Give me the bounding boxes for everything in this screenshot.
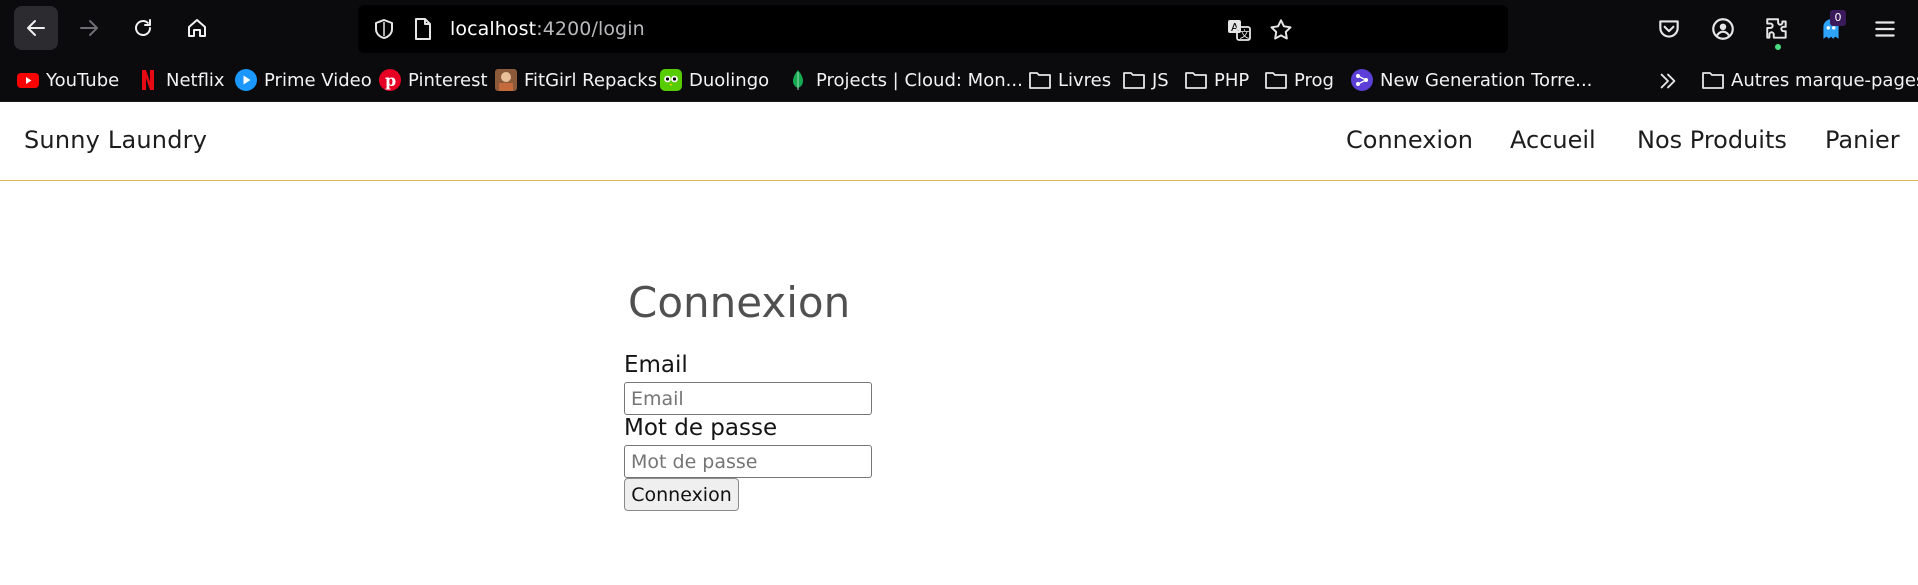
bookmark-star-icon[interactable] (1268, 17, 1294, 43)
shield-icon[interactable] (372, 17, 396, 41)
pocket-icon[interactable] (1656, 16, 1682, 42)
bookmark-fitgirl[interactable]: FitGirl Repacks (494, 67, 657, 93)
arrow-right-icon (80, 20, 98, 36)
nav-nos-produits[interactable]: Nos Produits (1637, 126, 1787, 154)
folder-icon (1701, 68, 1725, 92)
menu-icon[interactable] (1872, 16, 1898, 42)
bookmark-label: JS (1152, 69, 1169, 91)
other-bookmarks[interactable]: Autres marque-pages (1701, 67, 1918, 93)
bookmark-label: Duolingo (689, 69, 770, 91)
bookmark-label: YouTube (46, 69, 120, 91)
chevron-double-right-icon[interactable] (1657, 70, 1679, 92)
bookmark-pinterest[interactable]: p Pinterest (378, 67, 488, 93)
svg-text:p: p (385, 71, 396, 90)
url-bar[interactable]: localhost:4200/login A文 (358, 5, 1508, 53)
folder-icon (1028, 68, 1052, 92)
email-field[interactable] (624, 382, 872, 415)
duolingo-icon (659, 68, 683, 92)
account-icon[interactable] (1710, 16, 1736, 42)
url-text[interactable]: localhost:4200/login (450, 18, 645, 40)
site-brand[interactable]: Sunny Laundry (24, 126, 207, 154)
bookmark-mongodb[interactable]: Projects | Cloud: Mon... (786, 67, 1023, 93)
bookmark-folder-livres[interactable]: Livres (1028, 67, 1111, 93)
bookmark-duolingo[interactable]: Duolingo (659, 67, 769, 93)
extensions-status-dot (1775, 44, 1781, 50)
back-button[interactable] (14, 6, 58, 50)
bookmark-label: Projects | Cloud: Mon... (816, 69, 1023, 91)
home-button[interactable] (175, 6, 219, 50)
login-submit-button[interactable]: Connexion (624, 478, 739, 511)
url-host: localhost (450, 18, 537, 40)
bookmark-youtube[interactable]: YouTube (16, 67, 119, 93)
bookmark-label: FitGirl Repacks (524, 69, 658, 91)
other-bookmarks-label: Autres marque-pages (1731, 69, 1918, 91)
youtube-icon (16, 68, 40, 92)
prime-video-icon (234, 68, 258, 92)
translate-icon[interactable]: A文 (1226, 17, 1252, 43)
folder-icon (1184, 68, 1208, 92)
bookmark-label: Prog (1294, 69, 1334, 91)
nav-panier[interactable]: Panier (1825, 126, 1900, 154)
folder-icon (1264, 68, 1288, 92)
bookmark-folder-php[interactable]: PHP (1184, 67, 1249, 93)
nav-connexion[interactable]: Connexion (1346, 126, 1473, 154)
password-field[interactable] (624, 445, 872, 478)
netflix-icon (136, 68, 160, 92)
email-label: Email (624, 352, 688, 378)
forward-button[interactable] (67, 6, 111, 50)
extensions-icon[interactable] (1764, 16, 1790, 42)
password-label: Mot de passe (624, 415, 778, 441)
reload-button[interactable] (121, 6, 165, 50)
bookmark-label: Pinterest (408, 69, 488, 91)
arrow-left-icon (27, 20, 45, 36)
bookmarks-bar: YouTube Netflix Prime Video p Pinterest … (0, 59, 1918, 102)
login-title: Connexion (628, 278, 851, 327)
site-header: Sunny Laundry Connexion Accueil Nos Prod… (0, 102, 1918, 181)
browser-toolbar: localhost:4200/login A文 0 (0, 0, 1918, 59)
bookmark-label: New Generation Torre... (1380, 69, 1593, 91)
extension-badge: 0 (1830, 10, 1846, 26)
bookmark-folder-prog[interactable]: Prog (1264, 67, 1334, 93)
pinterest-icon: p (378, 68, 402, 92)
reload-icon (135, 19, 151, 36)
nav-accueil[interactable]: Accueil (1510, 126, 1596, 154)
page-icon[interactable] (412, 17, 434, 41)
folder-icon (1122, 68, 1146, 92)
mongodb-icon (786, 68, 810, 92)
bookmark-prime-video[interactable]: Prime Video (234, 67, 372, 93)
home-icon (188, 19, 206, 37)
bookmark-label: Prime Video (264, 69, 372, 91)
torrent-icon (1350, 68, 1374, 92)
bookmark-label: PHP (1214, 69, 1250, 91)
bookmark-label: Livres (1058, 69, 1112, 91)
bookmark-label: Netflix (166, 69, 225, 91)
bookmark-netflix[interactable]: Netflix (136, 67, 225, 93)
url-path: :4200/login (536, 18, 645, 40)
svg-text:文: 文 (1240, 28, 1250, 41)
bookmark-folder-js[interactable]: JS (1122, 67, 1169, 93)
bookmark-torrent[interactable]: New Generation Torre... (1350, 67, 1592, 93)
fitgirl-icon (494, 68, 518, 92)
